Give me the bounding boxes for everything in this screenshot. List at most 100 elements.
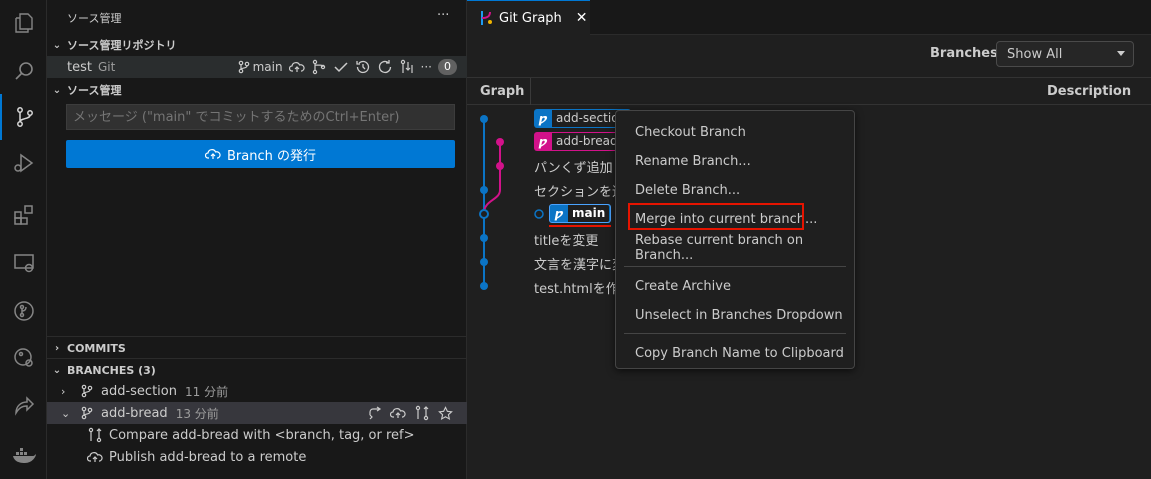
branch-time: 13 分前 xyxy=(175,406,219,421)
switch-branch-icon[interactable] xyxy=(368,406,382,420)
branches-section-header[interactable]: ⌄ BRANCHES (3) xyxy=(47,359,467,381)
commit-node xyxy=(496,162,504,170)
publish-cloud-icon[interactable] xyxy=(390,406,406,420)
remote-explorer-icon[interactable] xyxy=(0,240,47,286)
commits-section-header[interactable]: › COMMITS xyxy=(47,337,467,359)
branch-name: add-section xyxy=(101,383,177,399)
menu-item-delete-branch[interactable]: Delete Branch... xyxy=(616,177,854,203)
commits-header-label: COMMITS xyxy=(67,341,126,355)
source-control-sidebar: ソース管理 ··· ⌄ ソース管理リポジトリ test Git main ···… xyxy=(47,0,467,479)
git-graph-activity-icon[interactable] xyxy=(0,288,47,334)
branches-header-label: BRANCHES (3) xyxy=(67,363,156,377)
branches-dropdown[interactable]: Show All xyxy=(996,41,1134,67)
scm-section-header[interactable]: ⌄ ソース管理 xyxy=(47,79,467,101)
explorer-icon[interactable] xyxy=(0,0,47,46)
commit-check-icon[interactable] xyxy=(333,59,349,75)
chevron-down-icon: ⌄ xyxy=(52,364,62,376)
merge-highlight-box xyxy=(628,203,804,230)
commit-graph xyxy=(479,115,504,290)
menu-separator xyxy=(624,333,846,334)
commit-node xyxy=(480,282,488,290)
history-icon[interactable] xyxy=(355,59,371,75)
main-underline xyxy=(549,225,611,227)
sidebar-title: ソース管理 xyxy=(67,12,122,25)
commit-node xyxy=(480,115,488,123)
column-graph-header[interactable]: Graph xyxy=(480,84,524,99)
head-indicator-icon xyxy=(534,209,544,219)
publish-remote-item[interactable]: Publish add-bread to a remote xyxy=(87,446,467,468)
changes-count-badge: 0 xyxy=(438,59,457,75)
branch-time: 11 分前 xyxy=(184,384,229,399)
repo-type: Git xyxy=(97,60,116,74)
menu-item-create-archive[interactable]: Create Archive xyxy=(616,273,854,299)
ref-badge-add-bread[interactable]: ƿ add-bread xyxy=(534,132,623,151)
live-share-icon[interactable] xyxy=(0,382,47,428)
compare-label: Compare add-bread with <branch, tag, or … xyxy=(109,427,415,443)
star-icon[interactable] xyxy=(438,405,453,421)
close-icon[interactable]: ✕ xyxy=(576,10,588,26)
chevron-right-icon: › xyxy=(61,384,66,398)
compare-icon[interactable] xyxy=(414,405,430,421)
branch-icon: ƿ xyxy=(538,111,548,126)
repos-section-header[interactable]: ⌄ ソース管理リポジトリ xyxy=(47,34,467,56)
ref-label: add-bread xyxy=(552,133,622,150)
commit-node xyxy=(496,138,504,146)
menu-item-checkout-branch[interactable]: Checkout Branch xyxy=(616,119,854,145)
branch-icon: ƿ xyxy=(538,134,548,149)
menu-item-rebase-current[interactable]: Rebase current branch on Branch... xyxy=(616,233,854,263)
branch-icon xyxy=(81,406,93,420)
github-icon[interactable] xyxy=(0,334,47,380)
branch-icon: ƿ xyxy=(554,206,564,221)
column-description-header[interactable]: Description xyxy=(1047,84,1131,99)
search-icon[interactable] xyxy=(0,48,47,94)
commit-message-input[interactable] xyxy=(66,104,455,130)
cloud-upload-icon xyxy=(87,452,103,462)
commit-message[interactable]: titleを変更 xyxy=(534,230,598,249)
commit-message[interactable]: セクションを追 xyxy=(534,181,625,200)
commit-message[interactable]: パンくず追加 xyxy=(534,157,613,176)
branch-item-add-bread[interactable]: ⌄ add-bread 13 分前 xyxy=(47,402,467,424)
current-branch-label: main xyxy=(252,60,283,74)
commit-message[interactable]: 文言を漢字に変 xyxy=(534,254,625,273)
fetch-icon[interactable] xyxy=(399,59,415,75)
chevron-right-icon: › xyxy=(54,342,60,354)
docker-icon[interactable] xyxy=(0,432,47,478)
refresh-icon[interactable] xyxy=(377,59,393,75)
sidebar-more-icon[interactable]: ··· xyxy=(437,8,449,23)
branches-dropdown-value: Show All xyxy=(1007,46,1063,62)
git-graph-tab-icon xyxy=(481,11,492,25)
git-graph-icon[interactable] xyxy=(311,59,327,75)
repo-row[interactable]: test Git main ··· 0 xyxy=(47,56,467,78)
compare-branch-item[interactable]: Compare add-bread with <branch, tag, or … xyxy=(87,424,467,446)
branch-indicator[interactable]: main xyxy=(238,60,283,74)
commit-node xyxy=(480,258,488,266)
menu-separator xyxy=(624,266,846,267)
branches-filter-label: Branches: xyxy=(930,46,1004,61)
cloud-upload-icon xyxy=(205,149,221,159)
publish-remote-label: Publish add-bread to a remote xyxy=(109,449,307,465)
menu-item-unselect-dropdown[interactable]: Unselect in Branches Dropdown xyxy=(616,302,854,328)
menu-item-rename-branch[interactable]: Rename Branch... xyxy=(616,148,854,174)
tab-git-graph[interactable]: Git Graph ✕ xyxy=(467,0,590,35)
extensions-icon[interactable] xyxy=(0,192,47,238)
repo-more-icon[interactable]: ··· xyxy=(421,60,432,74)
commit-node xyxy=(480,186,488,194)
tab-label: Git Graph xyxy=(499,10,562,26)
branch-context-menu: Checkout Branch Rename Branch... Delete … xyxy=(615,110,855,369)
chevron-down-icon xyxy=(1117,51,1125,56)
graph-table-header: Graph Description xyxy=(467,77,1151,105)
publish-branch-button[interactable]: Branch の発行 xyxy=(66,140,455,168)
ref-badge-main[interactable]: ƿ main xyxy=(549,204,612,223)
branch-icon xyxy=(81,384,93,398)
menu-item-copy-branch-name[interactable]: Copy Branch Name to Clipboard xyxy=(616,340,854,366)
column-divider[interactable] xyxy=(530,78,531,105)
commit-node-head xyxy=(479,209,489,219)
publish-cloud-icon[interactable] xyxy=(288,60,305,74)
source-control-icon[interactable] xyxy=(0,94,47,140)
repo-name: test xyxy=(67,59,92,75)
branch-item-add-section[interactable]: › add-section 11 分前 xyxy=(47,380,467,402)
ref-label: main xyxy=(568,205,610,222)
chevron-down-icon: ⌄ xyxy=(61,406,71,420)
scm-header-label: ソース管理 xyxy=(67,84,122,97)
run-debug-icon[interactable] xyxy=(0,140,47,186)
